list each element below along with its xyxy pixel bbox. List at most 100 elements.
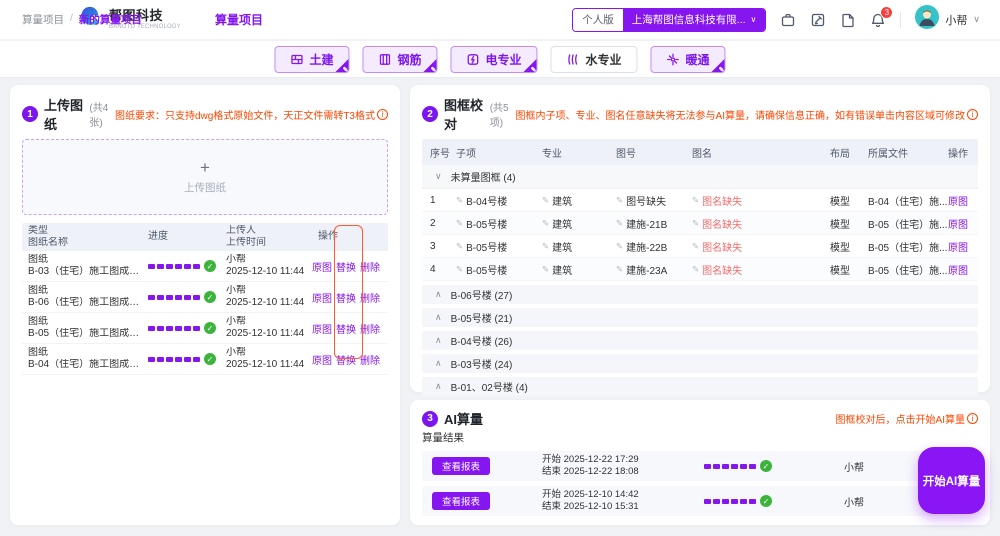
view-original-link[interactable]: 原图	[312, 321, 332, 336]
replace-link[interactable]: 替换	[336, 321, 356, 336]
pencil-icon: ✎	[542, 217, 550, 228]
view-report-button[interactable]: 查看报表	[432, 457, 490, 475]
bell-icon[interactable]: 3	[870, 5, 894, 28]
group-row-collapsed[interactable]: ∧ B-04号楼 (26)	[422, 331, 978, 350]
plan-company-dropdown[interactable]: 上海帮图信息科技有限... ∨	[622, 8, 766, 31]
sheet-name-cell[interactable]: ✎ 图名缺失	[692, 216, 830, 231]
pencil-icon: ✎	[692, 263, 700, 274]
group-row-collapsed[interactable]: ∧ B-06号楼 (27)	[422, 285, 978, 304]
nav-quantity-project[interactable]: 算量项目	[215, 11, 263, 28]
plan-personal-option[interactable]: 个人版	[573, 8, 623, 31]
breadcrumb-root[interactable]: 算量项目	[22, 12, 64, 27]
info-icon[interactable]: i	[967, 413, 978, 424]
pencil-icon: ✎	[616, 263, 624, 274]
group-row-collapsed[interactable]: ∧ B-01、02号楼 (4)	[422, 377, 978, 396]
chevron-up-icon: ∧	[435, 312, 442, 322]
group-row-collapsed[interactable]: ∧ B-03号楼 (24)	[422, 354, 978, 373]
user-menu[interactable]: 小帮 ∨	[915, 5, 980, 34]
start-ai-quantity-button[interactable]: 开始AI算量	[918, 447, 985, 514]
view-original-link[interactable]: 原图	[948, 266, 968, 277]
view-original-link[interactable]: 原图	[948, 197, 968, 208]
table-row: 4 ✎ B-05号楼 ✎ 建筑 ✎ 建施-23A ✎ 图名缺失 模型 B-05（住宅）施…	[422, 258, 978, 281]
sheet-name-cell[interactable]: ✎ 图名缺失	[692, 239, 830, 254]
edit-file-icon[interactable]	[810, 12, 826, 28]
frame-notice: 图框内子项、专业、图名任意缺失将无法参与AI算量，请确保信息正确，如有错误单击内…	[516, 107, 978, 122]
sheet-no-cell[interactable]: ✎ 建施-23A	[616, 262, 692, 277]
edit-corner-icon: ✎	[430, 67, 437, 73]
subitem-cell[interactable]: ✎ B-05号楼	[456, 262, 542, 277]
pencil-icon: ✎	[692, 217, 700, 228]
subitem-cell[interactable]: ✎ B-04号楼	[456, 193, 542, 208]
table-row: 图纸 B-03（住宅）施工图成果.dwg ✓ 小帮 2025-12-10 11:…	[22, 251, 388, 282]
upload-panel-title: 上传图纸	[44, 98, 84, 132]
upload-table: 类型 图纸名称 进度 上传人 上传时间 操作 图纸 B-03（住宅）施工图成果.…	[22, 223, 388, 375]
success-check-icon: ✓	[204, 353, 216, 365]
view-original-link[interactable]: 原图	[948, 220, 968, 231]
replace-link[interactable]: 替换	[336, 352, 356, 367]
info-icon[interactable]: i	[377, 108, 388, 120]
frame-proofread-panel: 2 图框校对 (共5项) 图框内子项、专业、图名任意缺失将无法参与AI算量，请确…	[410, 85, 990, 396]
ai-panel-title: AI算量	[444, 412, 484, 427]
delete-link[interactable]: 删除	[360, 259, 380, 274]
view-original-link[interactable]: 原图	[312, 290, 332, 305]
ai-quantity-panel: 3 AI算量 图框校对后，点击开始AI算量 i 算量结果 查看报表 开始 202…	[410, 400, 990, 525]
major-cell[interactable]: ✎ 建筑	[542, 239, 616, 254]
view-original-link[interactable]: 原图	[312, 352, 332, 367]
group-row-open[interactable]: ∨ 未算量图框 (4)	[422, 165, 978, 189]
pencil-icon: ✎	[456, 240, 464, 251]
plan-switch: 个人版 上海帮图信息科技有限... ∨	[572, 7, 767, 32]
chevron-up-icon: ∧	[435, 381, 442, 391]
sheet-no-cell[interactable]: ✎ 建施-21B	[616, 216, 692, 231]
sheet-name-cell[interactable]: ✎ 图名缺失	[692, 262, 830, 277]
chevron-down-icon: ∨	[750, 15, 757, 24]
upload-table-header: 类型 图纸名称 进度 上传人 上传时间 操作	[22, 223, 388, 251]
table-row: 图纸 B-06（住宅）施工图成果.dwg ✓ 小帮 2025-12-10 11:…	[22, 282, 388, 313]
delete-link[interactable]: 删除	[360, 290, 380, 305]
subitem-cell[interactable]: ✎ B-05号楼	[456, 216, 542, 231]
major-cell[interactable]: ✎ 建筑	[542, 193, 616, 208]
info-icon[interactable]: i	[967, 108, 978, 120]
file-icon[interactable]	[840, 12, 856, 28]
step-2-badge: 2	[422, 106, 438, 122]
pencil-icon: ✎	[616, 217, 624, 228]
view-original-link[interactable]: 原图	[948, 243, 968, 254]
sheet-name-cell[interactable]: ✎ 图名缺失	[692, 193, 830, 208]
result-row: 查看报表 开始 2025-12-10 14:42 结束 2025-12-10 1…	[422, 486, 955, 516]
tab-plumbing[interactable]: 水专业	[550, 46, 638, 73]
divider	[900, 11, 902, 28]
delete-link[interactable]: 删除	[360, 352, 380, 367]
table-row: 图纸 B-04（住宅）施工图成果.dwg ✓ 小帮 2025-12-10 11:…	[22, 344, 388, 375]
upload-notice: 图纸要求：只支持dwg格式原始文件，天正文件需转T3格式 i	[115, 107, 388, 122]
edit-corner-icon: ✎	[718, 67, 725, 73]
success-check-icon: ✓	[760, 495, 772, 507]
briefcase-icon[interactable]	[780, 12, 796, 28]
upload-count: (共4张)	[89, 103, 109, 129]
tab-electrical[interactable]: 电专业 ✎	[450, 46, 538, 73]
success-check-icon: ✓	[760, 460, 772, 472]
major-cell[interactable]: ✎ 建筑	[542, 262, 616, 277]
tab-rebar[interactable]: 钢筋 ✎	[362, 46, 438, 73]
upload-dropzone[interactable]: + 上传图纸	[22, 139, 388, 215]
result-label: 算量结果	[422, 432, 464, 444]
table-row: 1 ✎ B-04号楼 ✎ 建筑 ✎ 图号缺失 ✎ 图名缺失 模型 B-04（住宅）施..…	[422, 189, 978, 212]
result-row: 查看报表 开始 2025-12-22 17:29 结束 2025-12-22 1…	[422, 451, 955, 481]
pencil-icon: ✎	[456, 194, 464, 205]
view-report-button[interactable]: 查看报表	[432, 492, 490, 510]
replace-link[interactable]: 替换	[336, 290, 356, 305]
view-original-link[interactable]: 原图	[312, 259, 332, 274]
upload-panel: 1 上传图纸 (共4张) 图纸要求：只支持dwg格式原始文件，天正文件需转T3格…	[10, 85, 400, 525]
replace-link[interactable]: 替换	[336, 259, 356, 274]
delete-link[interactable]: 删除	[360, 321, 380, 336]
progress-bar: ✓	[702, 495, 832, 507]
tab-civil[interactable]: 土建 ✎	[274, 46, 350, 73]
group-row-collapsed[interactable]: ∧ B-05号楼 (21)	[422, 308, 978, 327]
tab-hvac[interactable]: 暖通 ✎	[650, 46, 726, 73]
chevron-up-icon: ∧	[435, 335, 442, 345]
specialty-tabs: 土建 ✎ 钢筋 ✎ 电专业 ✎ 水专业 暖通 ✎	[274, 46, 726, 73]
pencil-icon: ✎	[542, 263, 550, 274]
pencil-icon: ✎	[542, 194, 550, 205]
sheet-no-cell[interactable]: ✎ 建施-22B	[616, 239, 692, 254]
major-cell[interactable]: ✎ 建筑	[542, 216, 616, 231]
subitem-cell[interactable]: ✎ B-05号楼	[456, 239, 542, 254]
sheet-no-cell[interactable]: ✎ 图号缺失	[616, 193, 692, 208]
